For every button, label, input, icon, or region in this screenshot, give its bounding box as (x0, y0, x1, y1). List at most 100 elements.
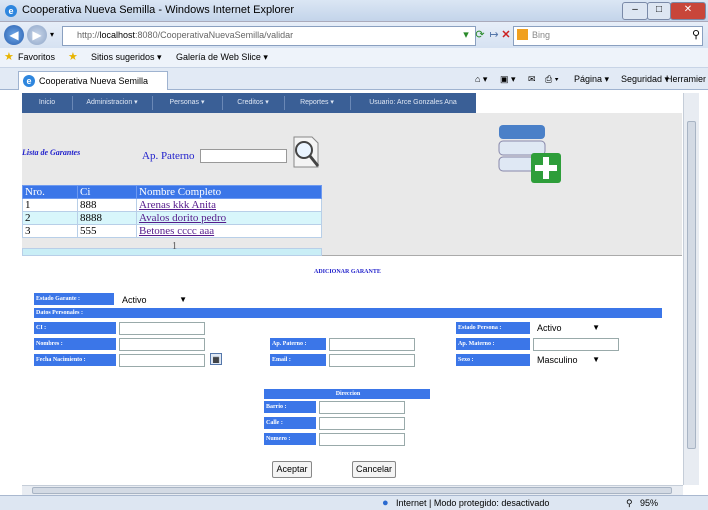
col-nombre: Nombre Completo (136, 185, 322, 199)
close-button[interactable]: ✕ (670, 2, 706, 20)
security-menu[interactable]: Seguridad ▾ (621, 74, 669, 85)
add-record-icon[interactable] (493, 121, 563, 185)
add-favorites-icon[interactable]: ★ (68, 50, 78, 63)
cell-nro: 2 (22, 211, 78, 225)
address-host: localhost (99, 30, 136, 40)
back-button[interactable]: ◀ (4, 25, 24, 45)
address-prefix: http:// (77, 30, 100, 40)
mail-icon[interactable]: ✉ (528, 74, 536, 85)
chevron-down-icon: ▼ (592, 323, 600, 332)
ap-paterno-form-label: Ap. Paterno : (270, 338, 326, 350)
barrio-label: Barrio : (264, 401, 316, 413)
table-row: 2 8888 Avalos dorito pedro (22, 211, 322, 225)
page-content: Inicio Administracion ▾ Personas ▾ Credi… (22, 93, 682, 485)
forward-button[interactable]: ▶ (27, 25, 47, 45)
status-bar: ● Internet | Modo protegido: desactivado… (0, 495, 708, 510)
sexo-label: Sexo : (456, 354, 530, 366)
email-field[interactable] (329, 354, 415, 367)
tools-menu[interactable]: Herramientas ▾ (666, 74, 706, 85)
cell-nombre-link[interactable]: Betones cccc aaa (136, 224, 322, 238)
status-text: Internet | Modo protegido: desactivado (396, 498, 550, 508)
sexo-select[interactable]: Masculino ▼ (533, 353, 605, 366)
hscroll-thumb[interactable] (32, 487, 672, 494)
estado-persona-value: Activo (537, 323, 562, 333)
cell-ci: 8888 (77, 211, 137, 225)
cell-nro: 1 (22, 198, 78, 212)
ap-paterno-field[interactable] (329, 338, 415, 351)
cell-nombre-link[interactable]: Avalos dorito pedro (136, 211, 322, 225)
calle-input[interactable] (319, 417, 405, 430)
tab-ie-icon: e (23, 75, 35, 87)
cell-ci: 888 (77, 198, 137, 212)
feeds-icon[interactable]: ▣ ▾ (500, 74, 516, 85)
nombres-input[interactable] (119, 338, 205, 351)
nombres-label: Nombres : (34, 338, 116, 350)
form-title: ADICIONAR GARANTE (314, 269, 381, 275)
pager-page-1[interactable]: 1 (172, 241, 177, 252)
zoom-level[interactable]: 95% (640, 498, 658, 508)
ci-input[interactable] (119, 322, 205, 335)
address-bar[interactable]: http://localhost:8080/CooperativaNuevaSe… (62, 26, 476, 46)
print-icon[interactable]: ⎙ ▾ (545, 74, 558, 85)
menu-administracion[interactable]: Administracion ▾ (72, 96, 153, 110)
suggested-sites-link[interactable]: Sitios sugeridos ▾ (91, 52, 162, 63)
lista-garantes-panel: Lista de Garantes Ap. Paterno Nro. Ci No… (22, 113, 682, 256)
favorites-bar: ★ Favoritos ★ Sitios sugeridos ▾ Galería… (0, 48, 708, 68)
chevron-down-icon: ▼ (179, 295, 187, 304)
garantes-table: Nro. Ci Nombre Completo 1 888 Arenas kkk… (22, 185, 322, 238)
tab-label: Cooperativa Nueva Semilla (39, 76, 149, 86)
fecha-nacimiento-label: Fecha Nacimiento : (34, 354, 116, 366)
aceptar-button[interactable]: Aceptar (272, 461, 312, 478)
menu-reportes[interactable]: Reportes ▾ (284, 96, 351, 110)
web-slice-gallery-link[interactable]: Galería de Web Slice ▾ (176, 52, 268, 63)
sexo-value: Masculino (537, 355, 578, 365)
menu-usuario[interactable]: Usuario: Arce Gonzales Ana (350, 96, 476, 110)
fecha-nacimiento-input[interactable] (119, 354, 205, 367)
cell-nombre-link[interactable]: Arenas kkk Anita (136, 198, 322, 212)
magnifier-search-icon[interactable] (290, 135, 322, 169)
cell-ci: 555 (77, 224, 137, 238)
title-bar: e Cooperativa Nueva Semilla - Windows In… (0, 0, 708, 22)
search-input[interactable]: Bing (513, 26, 703, 46)
table-row: 1 888 Arenas kkk Anita (22, 198, 322, 212)
numero-input[interactable] (319, 433, 405, 446)
maximize-button[interactable]: □ (647, 2, 671, 20)
vertical-scrollbar[interactable] (683, 93, 699, 485)
lista-title: Lista de Garantes (22, 148, 81, 157)
menu-personas[interactable]: Personas ▾ (152, 96, 223, 110)
menu-inicio[interactable]: Inicio (22, 96, 73, 110)
scroll-thumb[interactable] (687, 121, 696, 449)
barrio-input[interactable] (319, 401, 405, 414)
page-menu[interactable]: Página ▾ (574, 74, 609, 85)
minimize-button[interactable]: – (622, 2, 648, 20)
tab-cooperativa[interactable]: e Cooperativa Nueva Semilla (18, 71, 168, 90)
menu-creditos[interactable]: Creditos ▾ (222, 96, 285, 110)
estado-persona-select[interactable]: Activo ▼ (533, 321, 605, 334)
ap-paterno-search-input[interactable] (200, 149, 287, 163)
estado-garante-select[interactable]: Activo ▼ (118, 293, 192, 306)
stop-icon[interactable]: ✕ (498, 27, 514, 43)
table-row: 3 555 Betones cccc aaa (22, 224, 322, 238)
home-icon[interactable]: ⌂ ▾ (475, 74, 487, 85)
estado-garante-value: Activo (122, 295, 147, 305)
estado-persona-label: Estado Persona : (456, 322, 530, 334)
numero-label: Numero : (264, 433, 316, 445)
horizontal-scrollbar[interactable] (22, 485, 683, 495)
favorites-star-icon: ★ (4, 51, 14, 63)
direccion-header: Direccion (264, 389, 430, 399)
email-label: Email : (270, 354, 326, 366)
favorites-button[interactable]: Favoritos (18, 52, 55, 62)
zoom-icon[interactable]: ⚲ (626, 498, 633, 509)
history-dropdown-icon[interactable]: ▾ (50, 30, 54, 39)
col-ci: Ci (77, 185, 137, 199)
ap-materno-label: Ap. Materno : (456, 338, 530, 350)
calendar-icon[interactable]: ▦ (210, 353, 222, 365)
datos-personales-bar: Datos Personales : (34, 308, 662, 318)
search-icon[interactable]: ⚲ (688, 27, 704, 43)
col-nro: Nro. (22, 185, 78, 199)
cancelar-button[interactable]: Cancelar (352, 461, 396, 478)
tab-bar: e Cooperativa Nueva Semilla ⌂ ▾ ▣ ▾ ✉ ⎙ … (0, 68, 708, 90)
ap-materno-field[interactable] (533, 338, 619, 351)
search-placeholder: Bing (532, 30, 551, 40)
estado-garante-label: Estado Garante : (34, 293, 114, 305)
